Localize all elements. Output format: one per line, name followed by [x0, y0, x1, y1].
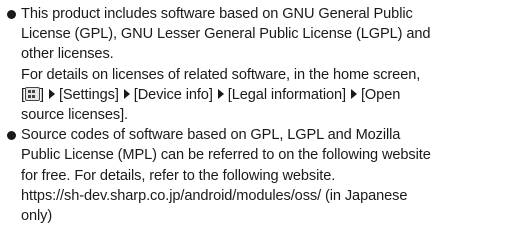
- arrow-right-icon: [350, 88, 357, 99]
- bullet-icon: [7, 9, 16, 19]
- text-line: For details on licenses of related softw…: [21, 66, 421, 83]
- list-item-source-codes: Source codes of software based on GPL, L…: [7, 125, 507, 226]
- text-line: This product includes software based on …: [21, 6, 413, 22]
- arrow-right-icon: [123, 88, 130, 99]
- path-legal-information: [Legal information]: [227, 86, 346, 103]
- text-line: only): [21, 208, 53, 225]
- text-line: other licenses.: [21, 46, 114, 63]
- text-line: for free. For details, refer to the foll…: [21, 167, 336, 184]
- bracket-close: ]: [39, 86, 44, 103]
- navigation-path: [] [Settings] [Device info] [Legal informat…: [21, 85, 507, 105]
- website-url: https://sh-dev.sharp.co.jp/android/modul…: [21, 187, 408, 204]
- text-line: Public License (MPL) can be referred to …: [21, 147, 431, 164]
- bullet-icon: [7, 130, 16, 140]
- list-item-licenses: This product includes software based on …: [7, 4, 507, 125]
- text-line: Source codes of software based on GPL, L…: [21, 127, 401, 144]
- path-open: [Open: [360, 86, 401, 103]
- arrow-right-icon: [217, 88, 224, 99]
- license-notice: This product includes software based on …: [0, 0, 515, 249]
- path-device-info: [Device info]: [133, 86, 213, 103]
- arrow-right-icon: [48, 88, 55, 99]
- app-screen-icon: [24, 86, 40, 101]
- path-settings: [Settings]: [58, 86, 119, 103]
- text-line: License (GPL), GNU Lesser General Public…: [21, 26, 431, 43]
- path-open-source-licenses: source licenses].: [21, 107, 128, 124]
